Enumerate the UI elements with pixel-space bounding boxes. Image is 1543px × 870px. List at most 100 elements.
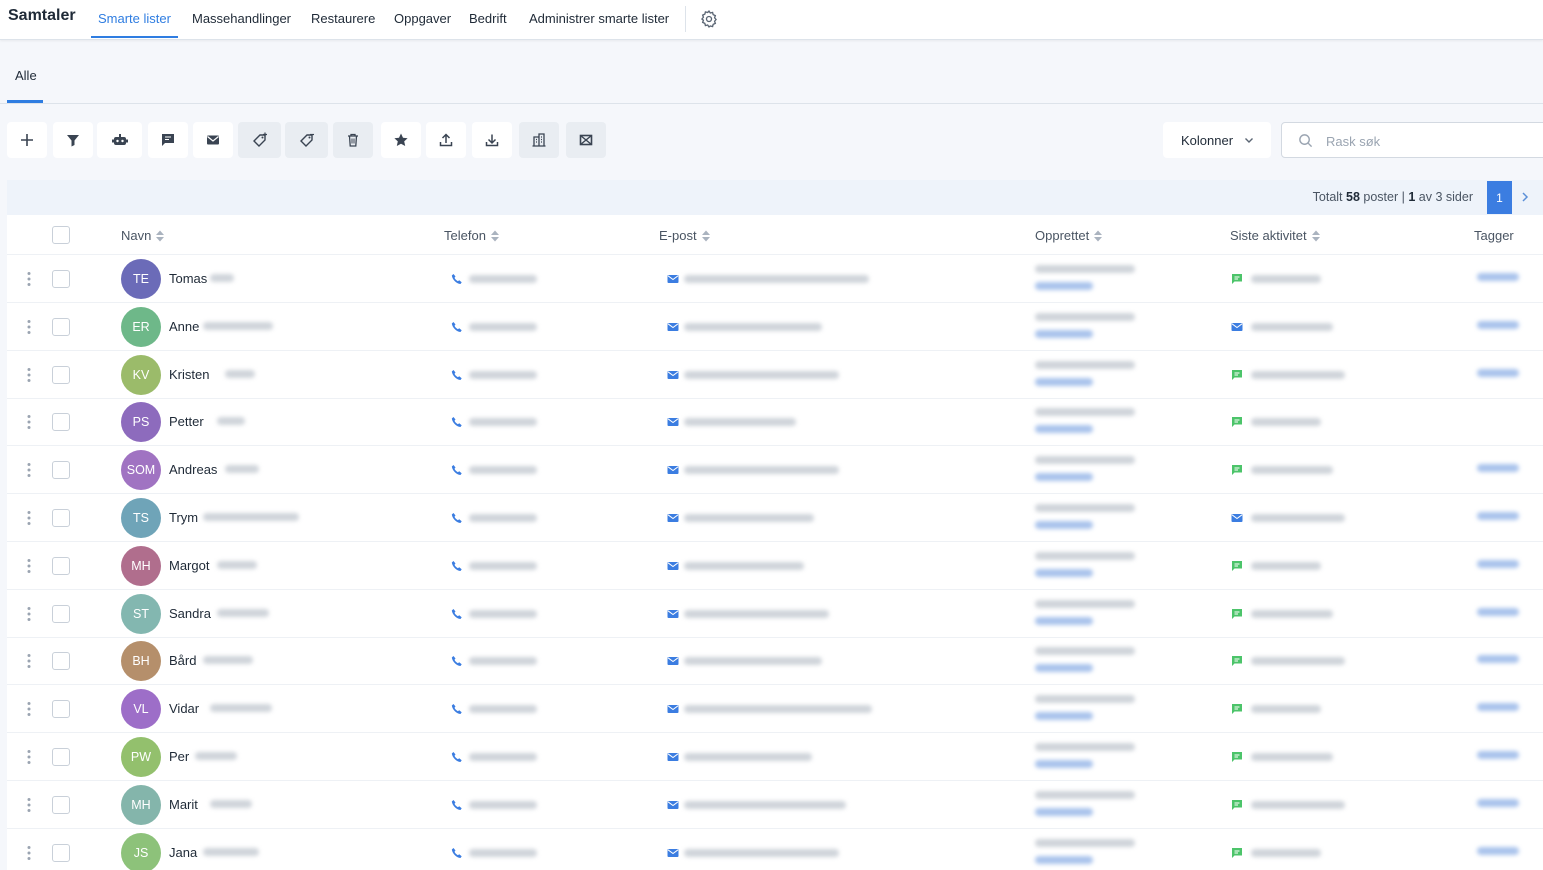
contact-name[interactable]: Petter [169,414,204,429]
email-blurred[interactable] [684,609,829,618]
row-checkbox[interactable] [52,843,70,862]
row-checkbox[interactable] [52,365,70,384]
chevron-right-icon[interactable] [1519,190,1531,204]
export-button[interactable] [472,122,512,158]
table-row[interactable]: KV Kristen [7,351,1543,399]
nav-oppgaver[interactable]: Oppgaver [394,11,451,26]
tag-blurred[interactable] [1477,512,1519,520]
contact-name[interactable]: Jana [169,845,197,860]
row-checkbox[interactable] [52,556,70,575]
header-phone[interactable]: Telefon [444,228,500,243]
send-sms-button[interactable] [148,122,188,158]
nav-massehandlinger[interactable]: Massehandlinger [192,11,291,26]
table-row[interactable]: ST Sandra [7,590,1543,638]
nav-restaurere[interactable]: Restaurere [311,11,375,26]
email-blurred[interactable] [684,418,796,427]
row-checkbox[interactable] [52,270,70,288]
import-button[interactable] [426,122,466,158]
tag-blurred[interactable] [1477,798,1519,807]
row-menu-icon[interactable] [26,558,32,574]
email-blurred[interactable] [684,514,814,522]
row-checkbox[interactable] [52,652,70,671]
row-menu-icon[interactable] [26,606,32,622]
row-menu-icon[interactable] [26,414,32,430]
columns-dropdown[interactable]: Kolonner [1163,122,1271,158]
table-row[interactable]: PW Per [7,733,1543,781]
remove-tag-button[interactable] [285,122,328,158]
table-row[interactable]: MH Marit [7,781,1543,829]
table-row[interactable]: TE Tomas [7,255,1543,303]
filter-button[interactable] [53,122,93,158]
email-blurred[interactable] [684,705,872,714]
contact-name[interactable]: Vidar [169,701,199,716]
contact-name[interactable]: Andreas [169,462,217,477]
header-email[interactable]: E-post [659,228,711,243]
email-blurred[interactable] [684,848,839,857]
company-button[interactable] [519,122,559,158]
nav-bedrift[interactable]: Bedrift [469,11,507,26]
table-row[interactable]: TS Trym [7,494,1543,542]
row-menu-icon[interactable] [26,701,32,717]
row-menu-icon[interactable] [26,367,32,383]
row-menu-icon[interactable] [26,749,32,765]
table-row[interactable]: ER Anne [7,303,1543,351]
tag-blurred[interactable] [1477,320,1519,329]
select-all-checkbox[interactable] [52,226,70,244]
tag-blurred[interactable] [1477,559,1519,568]
header-created[interactable]: Opprettet [1035,228,1103,243]
gear-icon[interactable] [699,9,719,29]
contact-name[interactable]: Bård [169,653,196,668]
table-row[interactable]: BH Bård [7,637,1543,686]
add-button[interactable] [7,122,47,158]
contact-name[interactable]: Margot [169,558,209,573]
merge-button[interactable] [566,122,606,158]
table-row[interactable]: SOM Andreas [7,446,1543,495]
tag-blurred[interactable] [1477,368,1519,377]
row-checkbox[interactable] [52,413,70,432]
row-menu-icon[interactable] [26,510,32,526]
send-email-button[interactable] [193,122,233,158]
email-blurred[interactable] [684,370,839,379]
tag-blurred[interactable] [1477,751,1519,759]
email-blurred[interactable] [684,561,804,570]
table-row[interactable]: PS Petter [7,398,1543,447]
row-menu-icon[interactable] [26,845,32,861]
row-checkbox[interactable] [52,604,70,623]
table-row[interactable]: VL Vidar [7,685,1543,734]
row-menu-icon[interactable] [26,653,32,669]
email-blurred[interactable] [684,657,822,666]
automation-button[interactable] [97,122,142,158]
email-blurred[interactable] [684,466,839,475]
table-row[interactable]: JS Jana [7,829,1543,870]
table-row[interactable]: MH Margot [7,542,1543,590]
add-tag-button[interactable] [238,122,281,158]
row-checkbox[interactable] [52,509,70,527]
contact-name[interactable]: Anne [169,319,199,334]
contact-name[interactable]: Marit [169,797,198,812]
email-blurred[interactable] [684,753,812,761]
delete-button[interactable] [333,122,373,158]
row-checkbox[interactable] [52,748,70,766]
contact-name[interactable]: Trym [169,510,198,525]
row-checkbox[interactable] [52,317,70,336]
tab-alle[interactable]: Alle [15,68,37,83]
contact-name[interactable]: Per [169,749,189,764]
contact-name[interactable]: Sandra [169,606,211,621]
contact-name[interactable]: Kristen [169,367,209,382]
nav-smarte-lister[interactable]: Smarte lister [98,11,171,26]
row-menu-icon[interactable] [26,797,32,813]
search-input[interactable] [1326,132,1526,150]
row-checkbox[interactable] [52,700,70,719]
tag-blurred[interactable] [1477,846,1519,855]
tag-blurred[interactable] [1477,464,1519,473]
nav-administrer-smarte-lister[interactable]: Administrer smarte lister [529,11,669,26]
tag-blurred[interactable] [1477,273,1519,281]
row-menu-icon[interactable] [26,319,32,335]
row-checkbox[interactable] [52,795,70,814]
row-menu-icon[interactable] [26,462,32,478]
row-checkbox[interactable] [52,461,70,480]
header-name[interactable]: Navn [121,228,165,243]
contact-name[interactable]: Tomas [169,271,207,286]
tag-blurred[interactable] [1477,703,1519,712]
email-blurred[interactable] [684,322,822,331]
